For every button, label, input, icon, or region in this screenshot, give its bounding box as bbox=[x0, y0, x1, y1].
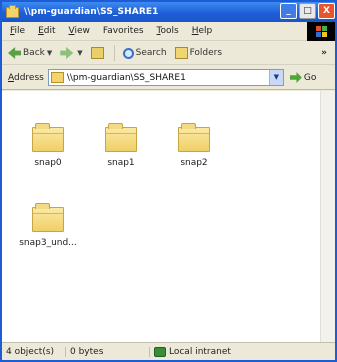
folder-label: snap3_und... bbox=[19, 238, 77, 248]
menu-file[interactable]: File bbox=[10, 26, 25, 36]
maximize-button[interactable]: □ bbox=[299, 3, 316, 19]
address-input[interactable]: \\pm-guardian\SS_SHARE1 ▼ bbox=[47, 69, 284, 86]
folder-label: snap1 bbox=[107, 158, 135, 168]
go-label: Go bbox=[303, 72, 317, 83]
menu-view[interactable]: View bbox=[69, 26, 90, 36]
back-label: Back bbox=[23, 48, 45, 58]
address-dropdown-button[interactable]: ▼ bbox=[268, 70, 283, 85]
up-button[interactable] bbox=[90, 47, 106, 59]
menu-bar: File Edit View Favorites Tools Help bbox=[2, 22, 335, 41]
menu-help[interactable]: Help bbox=[192, 26, 213, 36]
folder-item-snap2[interactable]: snap2 bbox=[162, 123, 226, 168]
back-button[interactable]: Back ▼ bbox=[8, 47, 52, 59]
folder-label: snap2 bbox=[180, 158, 208, 168]
status-zone: Local intranet bbox=[150, 346, 231, 357]
toolbar: Back ▼ ▼ Search Folders » bbox=[2, 42, 335, 65]
folder-view[interactable]: snap0 snap1 snap2 snap3_und... bbox=[2, 91, 320, 342]
intranet-icon bbox=[154, 346, 166, 357]
forward-arrow-icon bbox=[60, 47, 74, 59]
status-zone-label: Local intranet bbox=[169, 346, 231, 357]
folder-icon bbox=[32, 203, 64, 232]
network-folder-icon bbox=[50, 72, 64, 83]
search-icon bbox=[122, 47, 134, 59]
folders-label: Folders bbox=[189, 48, 223, 58]
minimize-button[interactable]: _ bbox=[280, 3, 297, 19]
folder-label: snap0 bbox=[34, 158, 62, 168]
menu-tools[interactable]: Tools bbox=[157, 26, 179, 36]
toolbar-overflow-button[interactable]: » bbox=[321, 48, 327, 58]
folder-icon bbox=[32, 123, 64, 152]
folder-item-snap1[interactable]: snap1 bbox=[89, 123, 153, 168]
menu-edit[interactable]: Edit bbox=[38, 26, 55, 36]
address-bar: Address \\pm-guardian\SS_SHARE1 ▼ Go bbox=[2, 66, 335, 90]
folder-icon bbox=[6, 4, 19, 18]
up-folder-icon bbox=[90, 47, 104, 59]
address-value: \\pm-guardian\SS_SHARE1 bbox=[66, 72, 186, 83]
vertical-scrollbar[interactable] bbox=[320, 91, 335, 342]
back-arrow-icon bbox=[8, 47, 21, 59]
chevron-down-icon[interactable]: ▼ bbox=[47, 49, 52, 57]
title-bar[interactable]: \\pm-guardian\SS_SHARE1 _ □ X bbox=[2, 2, 335, 22]
explorer-window: \\pm-guardian\SS_SHARE1 _ □ X File Edit … bbox=[0, 0, 337, 362]
folder-icon bbox=[105, 123, 137, 152]
folder-icon bbox=[178, 123, 210, 152]
toolbar-divider bbox=[113, 45, 115, 61]
close-button[interactable]: X bbox=[318, 3, 335, 19]
chevron-down-icon[interactable]: ▼ bbox=[77, 49, 82, 57]
address-label: Address bbox=[8, 72, 44, 83]
go-button[interactable]: Go bbox=[289, 72, 317, 83]
folder-item-snap0[interactable]: snap0 bbox=[16, 123, 80, 168]
status-size: 0 bytes bbox=[66, 346, 150, 357]
folders-icon bbox=[174, 47, 188, 59]
go-arrow-icon bbox=[289, 72, 302, 83]
window-title: \\pm-guardian\SS_SHARE1 bbox=[24, 7, 159, 17]
menu-favorites[interactable]: Favorites bbox=[103, 26, 144, 36]
windows-logo-icon bbox=[307, 22, 335, 41]
folders-button[interactable]: Folders bbox=[174, 47, 223, 59]
search-button[interactable]: Search bbox=[122, 47, 167, 59]
status-bar: 4 object(s) 0 bytes Local intranet bbox=[2, 342, 335, 360]
status-object-count: 4 object(s) bbox=[2, 346, 66, 357]
folder-item-snap3[interactable]: snap3_und... bbox=[16, 203, 80, 248]
forward-button[interactable]: ▼ bbox=[60, 47, 83, 59]
window-controls: _ □ X bbox=[278, 3, 335, 19]
search-label: Search bbox=[135, 48, 167, 58]
